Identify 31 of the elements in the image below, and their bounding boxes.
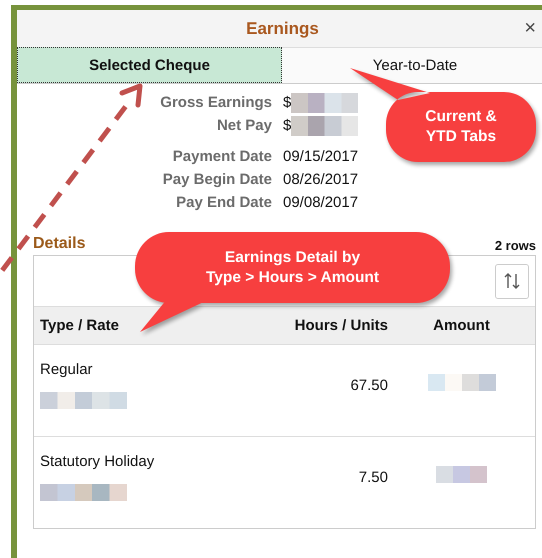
- table-cell: Statutory Holiday: [40, 453, 154, 470]
- section-title: Details: [33, 235, 86, 253]
- field-value: 09/15/2017: [283, 147, 360, 167]
- sort-icon: [503, 272, 521, 290]
- table-cell: 7.50: [358, 469, 388, 486]
- currency-symbol: $: [283, 116, 292, 136]
- field-label: Pay Begin Date: [162, 170, 272, 190]
- callout-text: Current & YTD Tabs: [425, 107, 497, 147]
- field-label: Payment Date: [172, 147, 272, 167]
- field-value: 08/26/2017: [283, 170, 360, 190]
- field-label: Pay End Date: [175, 193, 272, 213]
- column-header: Amount: [432, 317, 491, 334]
- close-button[interactable]: ×: [522, 17, 538, 39]
- column-header: Type / Rate: [39, 317, 120, 334]
- redacted-value: [428, 374, 496, 391]
- column-header: Hours / Units: [294, 317, 388, 334]
- sort-button[interactable]: [495, 264, 529, 298]
- callout-text: Earnings Detail by Type > Hours > Amount: [206, 248, 380, 288]
- currency-symbol: $: [283, 93, 292, 113]
- field-label: Gross Earnings: [159, 93, 272, 113]
- redacted-value: [291, 116, 358, 136]
- table-cell: Regular: [40, 361, 93, 378]
- redacted-value: [291, 92, 358, 112]
- tab[interactable]: Selected Cheque: [17, 47, 282, 83]
- tab[interactable]: Year-to-Date: [282, 47, 542, 83]
- field-value: 09/08/2017: [283, 193, 360, 213]
- field-label: Net Pay: [216, 116, 272, 136]
- row-count: 2 rows: [494, 238, 536, 253]
- dialog-title: Earnings: [246, 18, 319, 38]
- redacted-value: [436, 466, 487, 483]
- table-cell: 67.50: [350, 377, 388, 394]
